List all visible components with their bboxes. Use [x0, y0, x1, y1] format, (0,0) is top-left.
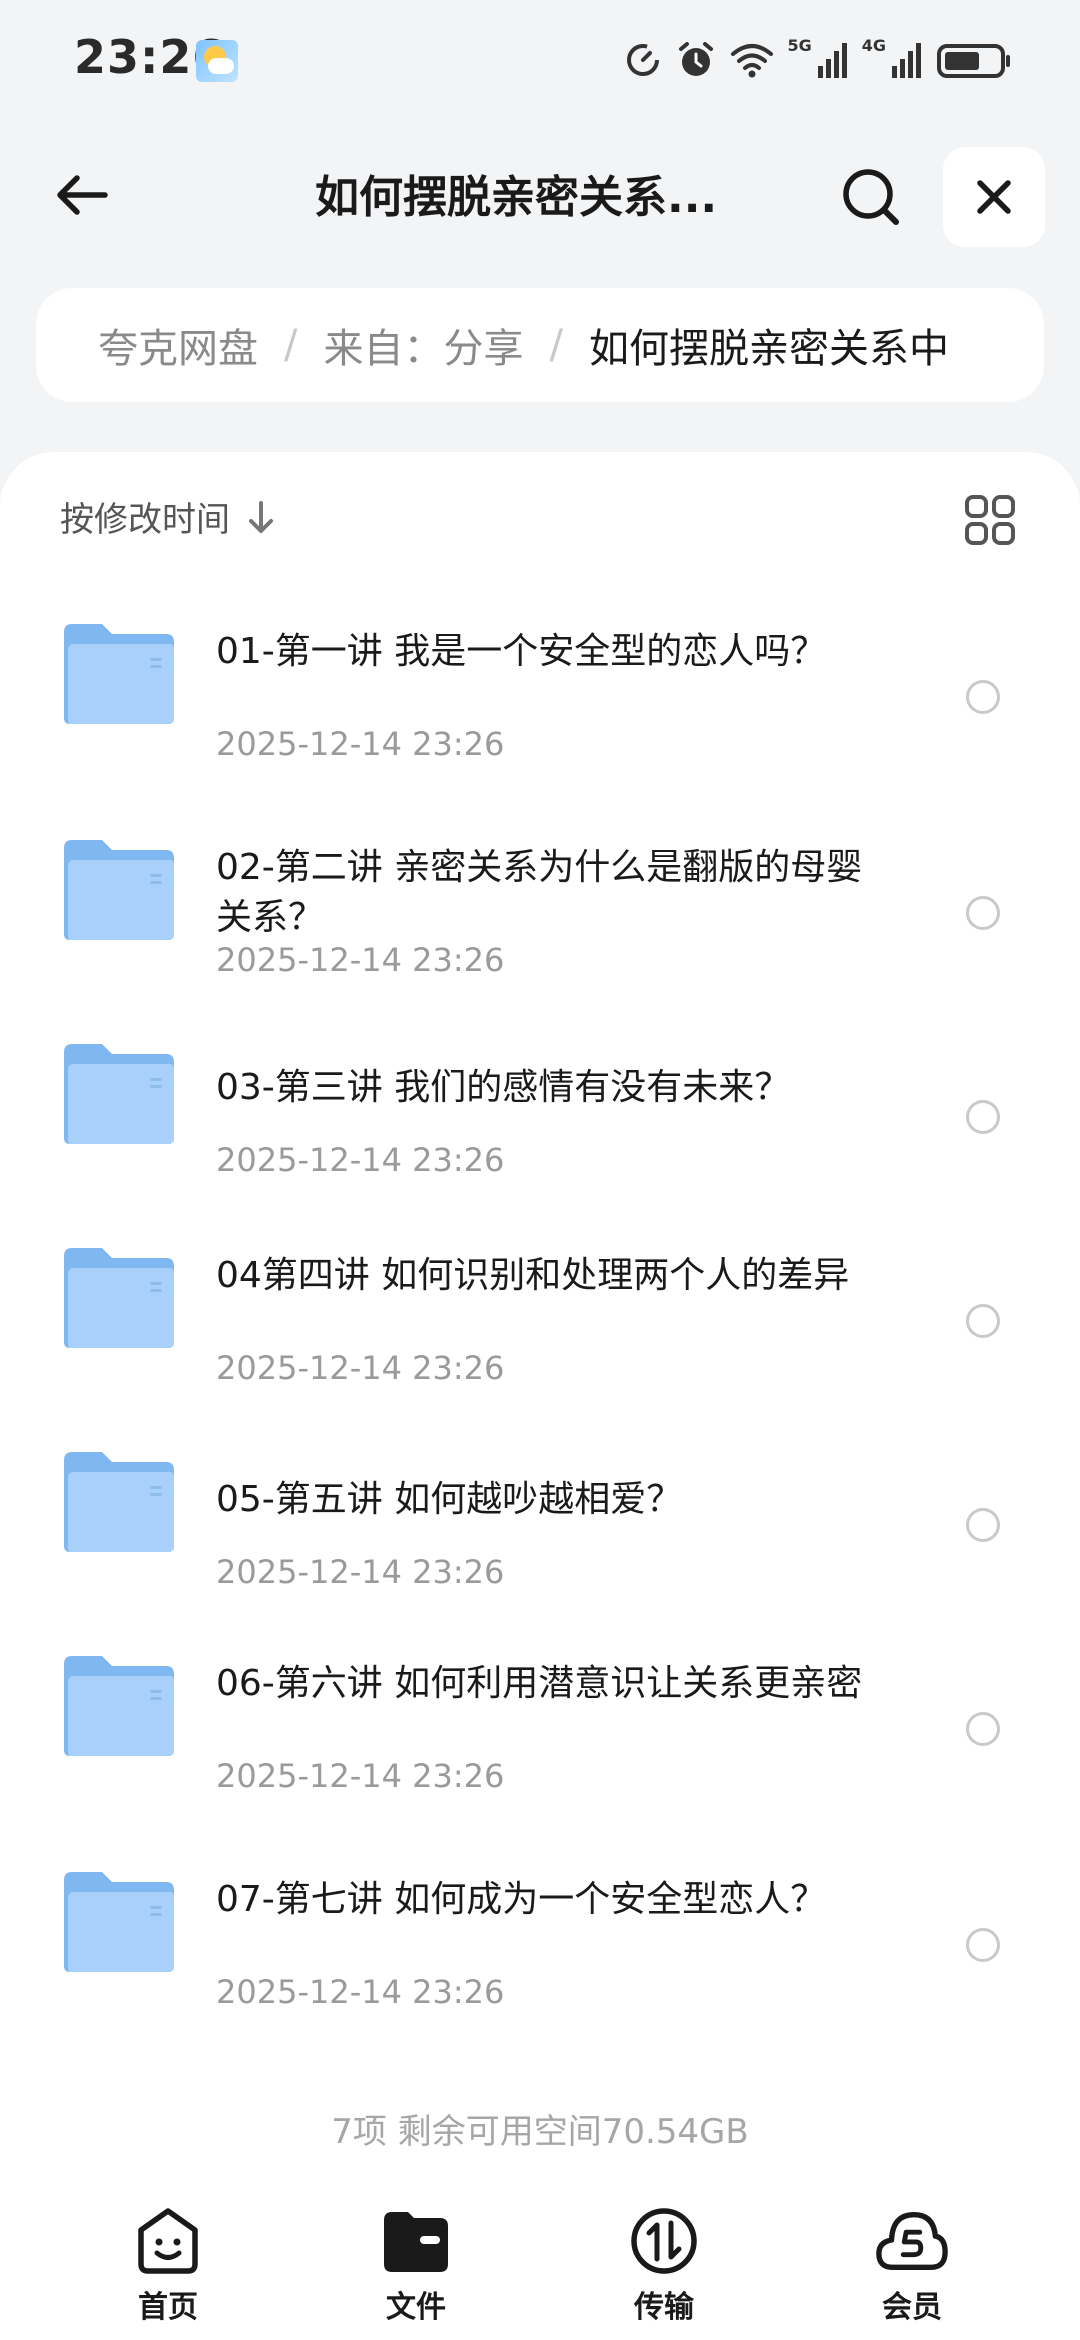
home-face-icon [138, 2208, 198, 2274]
folder-icon [64, 1452, 174, 1552]
storage-summary: 7项 剩余可用空间70.54GB [331, 2112, 749, 2152]
nav-label-files: 文件 [386, 2290, 446, 2325]
battery-icon [937, 44, 1010, 78]
file-name: 03-第三讲 我们的感情有没有未来？ [216, 1067, 791, 1108]
file-date: 2025-12-14 23:26 [216, 941, 505, 979]
file-name: 04第四讲 如何识别和处理两个人的差异 [216, 1255, 850, 1296]
select-radio[interactable] [966, 1928, 1000, 1962]
search-button[interactable] [836, 162, 906, 232]
network-label-4g: 4G [861, 36, 886, 55]
signal-4g-icon [892, 43, 921, 78]
nav-item-member[interactable]: 会员 [842, 2204, 982, 2334]
folder-icon [64, 840, 174, 940]
sort-button[interactable]: 按修改时间 [60, 492, 278, 541]
breadcrumb-separator: / [549, 322, 563, 368]
nav-label-transfer: 传输 [634, 2290, 694, 2325]
file-date: 2025-12-14 23:26 [216, 1553, 505, 1591]
folder-icon [64, 1656, 174, 1756]
file-name: 05-第五讲 如何越吵越相爱？ [216, 1479, 683, 1520]
weather-icon [196, 40, 238, 82]
member-cloud-icon [876, 2212, 948, 2270]
signal-5g-icon [817, 43, 847, 78]
nav-label-home: 首页 [138, 2290, 198, 2325]
grid-view-button[interactable] [962, 492, 1018, 548]
select-radio[interactable] [966, 1304, 1000, 1338]
back-button[interactable] [46, 160, 116, 230]
file-name: 01-第一讲 我是一个安全型的恋人吗？ [216, 631, 827, 672]
sort-label: 按修改时间 [60, 500, 230, 540]
breadcrumb-item-root[interactable]: 夸克网盘 [98, 316, 258, 374]
breadcrumb: 夸克网盘 / 来自：分享 / 如何摆脱亲密关系中 [36, 288, 1044, 402]
bottom-nav: 首页 文件 传输 会员 [0, 2190, 1080, 2340]
breadcrumb-item-share[interactable]: 来自：分享 [323, 316, 523, 374]
file-list-card: 按修改时间 01-第一讲 我是一个安全型的恋人吗？ 2025-12-14 23:2… [0, 452, 1080, 2340]
transfer-icon [631, 2208, 697, 2274]
alarm-icon [679, 42, 714, 76]
nav-item-transfer[interactable]: 传输 [594, 2204, 734, 2334]
folder-icon [64, 1248, 174, 1348]
status-icons: 5G 4G [623, 36, 1012, 84]
grid-view-icon [965, 495, 1015, 545]
file-date: 2025-12-14 23:26 [216, 1349, 505, 1387]
close-button[interactable] [943, 147, 1045, 247]
network-label-5g: 5G [787, 36, 812, 55]
page-title: 如何摆脱亲密关系... [315, 172, 718, 223]
close-icon [977, 180, 1011, 214]
breadcrumb-item-current: 如何摆脱亲密关系中 [588, 326, 949, 372]
folder-icon [64, 624, 174, 724]
data-saver-icon [627, 44, 660, 76]
status-bar: 23:26 5G 4G [0, 0, 1080, 120]
file-date: 2025-12-14 23:26 [216, 1757, 505, 1795]
file-date: 2025-12-14 23:26 [216, 1141, 505, 1179]
folder-icon [64, 1872, 174, 1972]
file-name: 06-第六讲 如何利用潜意识让关系更亲密 [216, 1663, 863, 1704]
file-date: 2025-12-14 23:26 [216, 1973, 505, 2011]
select-radio[interactable] [966, 1712, 1000, 1746]
file-name: 07-第七讲 如何成为一个安全型恋人？ [216, 1879, 827, 1920]
nav-item-files[interactable]: 文件 [346, 2204, 486, 2334]
nav-label-member: 会员 [882, 2290, 942, 2325]
file-date: 2025-12-14 23:26 [216, 725, 505, 763]
select-radio[interactable] [966, 1100, 1000, 1134]
back-arrow-icon [57, 175, 108, 215]
breadcrumb-separator: / [284, 322, 298, 368]
wifi-icon [731, 44, 774, 78]
nav-item-home[interactable]: 首页 [98, 2204, 238, 2334]
select-radio[interactable] [966, 680, 1000, 714]
select-radio[interactable] [966, 896, 1000, 930]
search-icon [843, 169, 899, 225]
file-name: 02-第二讲 亲密关系为什么是翻版的母婴关系？ [216, 847, 863, 938]
arrow-down-icon [249, 500, 273, 533]
select-radio[interactable] [966, 1508, 1000, 1542]
folder-icon [64, 1044, 174, 1144]
folder-wallet-icon [384, 2212, 448, 2272]
